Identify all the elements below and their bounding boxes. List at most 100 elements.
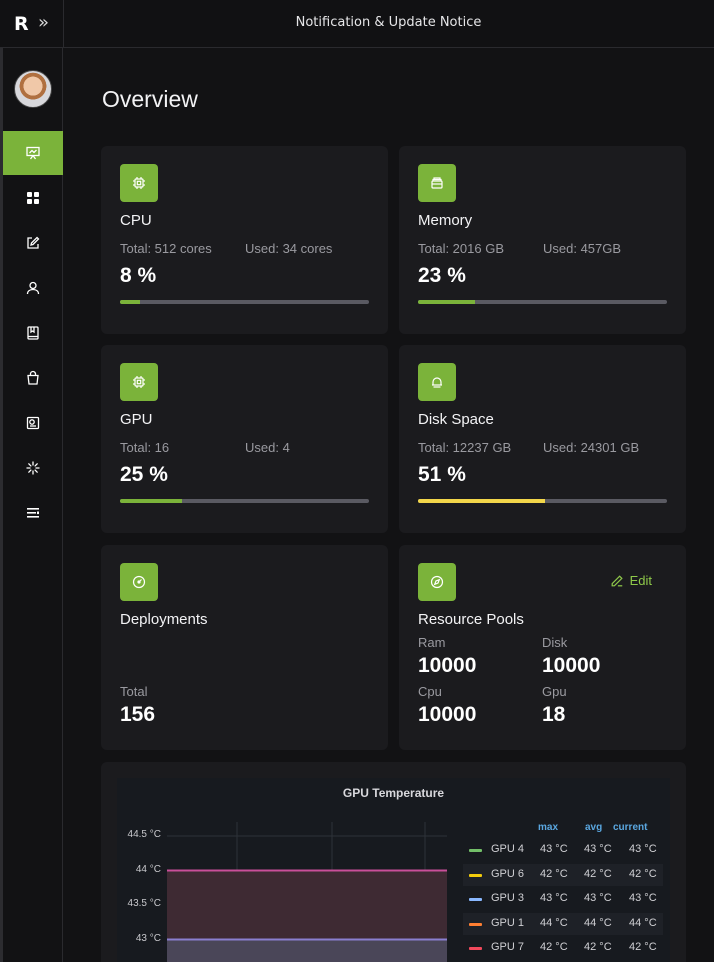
sidebar-item-list[interactable] [3, 491, 63, 535]
usage-progress-bar [120, 300, 369, 304]
card-title: Disk Space [418, 411, 494, 428]
total-stat: Total: 16 [120, 440, 170, 455]
sidebar-item-overview[interactable] [3, 131, 63, 175]
total-stat: Total: 512 cores [120, 241, 212, 256]
resource-pools-card: Edit Resource Pools Ram 10000 Disk 10000… [399, 545, 686, 750]
card-title: GPU [120, 411, 153, 428]
card-title: Resource Pools [418, 611, 524, 628]
gauge-icon [120, 563, 158, 601]
expand-sidebar-icon[interactable]: » [38, 12, 49, 33]
legend-avg-value: 44 °C [584, 916, 612, 929]
user-icon [26, 281, 40, 295]
card-title: CPU [120, 212, 152, 229]
deployments-card: Deployments Total 156 [101, 545, 388, 750]
y-tick-label: 43 °C [135, 932, 161, 944]
legend-series-name: GPU 7 [491, 941, 525, 953]
usage-progress-bar [418, 499, 667, 503]
disk-card: Disk Space Total: 12237 GB Used: 24301 G… [399, 345, 686, 533]
avatar[interactable] [14, 70, 52, 108]
legend-row[interactable]: GPU 7 42 °C 42 °C 42 °C [463, 937, 663, 959]
legend-series-name: GPU 6 [491, 867, 525, 880]
sidebar-item-dashboard[interactable] [3, 176, 63, 220]
compass-icon [418, 563, 456, 601]
y-tick-label: 44 °C [135, 863, 161, 875]
legend-header-current[interactable]: current [613, 822, 647, 833]
list-icon [27, 508, 39, 518]
disk-label: Disk [542, 635, 568, 650]
legend-max-value: 43 °C [540, 892, 568, 904]
ram-value: 10000 [418, 654, 477, 677]
app-logo[interactable]: R [14, 13, 29, 35]
cpu-label: Cpu [418, 684, 442, 699]
cpu-card: CPU Total: 512 cores Used: 34 cores 8 % [101, 146, 388, 334]
usage-progress-fill [418, 499, 545, 503]
legend-swatch [469, 922, 482, 926]
usage-progress-bar [418, 300, 667, 304]
chart-title: GPU Temperature [342, 786, 445, 800]
hard-drive-icon [26, 416, 40, 430]
used-stat: Used: 4 [245, 440, 290, 455]
book-icon [27, 326, 39, 340]
legend-swatch [469, 849, 482, 852]
sidebar-item-edit[interactable] [3, 221, 63, 265]
presentation-icon [26, 146, 40, 160]
legend-header-max[interactable]: max [538, 822, 558, 833]
total-stat: Total: 12237 GB [418, 440, 512, 455]
cpu-value: 10000 [418, 703, 477, 726]
legend-max-value: 42 °C [540, 941, 568, 953]
chip-icon [120, 164, 158, 202]
usage-progress-fill [418, 300, 476, 304]
legend-avg-value: 42 °C [584, 941, 612, 953]
series-area [167, 939, 447, 962]
used-stat: Used: 24301 GB [543, 440, 640, 455]
loader-icon [26, 461, 40, 475]
chart-panel: GPU Temperature 44.5 °C 44 °C 43.5 °C 43 °C… [117, 778, 670, 962]
usage-progress-bar [120, 499, 369, 503]
grid-icon [27, 192, 39, 204]
gpu-temperature-plot [167, 822, 447, 962]
page-header-title: Notification & Update Notice [295, 15, 482, 30]
bell-icon [418, 363, 456, 401]
sidebar-item-user[interactable] [3, 266, 63, 310]
legend-max-value: 43 °C [540, 843, 568, 855]
edit-label: Edit [629, 573, 652, 588]
legend-swatch [469, 898, 482, 901]
legend-max-value: 42 °C [540, 867, 568, 880]
used-stat: Used: 34 cores [245, 241, 333, 256]
y-tick-label: 44.5 °C [127, 829, 161, 840]
sidebar-item-loading[interactable] [3, 446, 63, 490]
sidebar-item-book[interactable] [3, 311, 63, 355]
legend-swatch [469, 873, 482, 877]
legend-row[interactable]: GPU 4 43 °C 43 °C 43 °C [463, 839, 663, 861]
legend-max-value: 44 °C [540, 916, 568, 929]
legend-avg-value: 42 °C [584, 867, 612, 880]
edit-button[interactable]: Edit [610, 573, 652, 588]
legend-series-name: GPU 1 [491, 916, 525, 929]
usage-percent: 8 % [120, 264, 157, 287]
legend-current-value: 43 °C [629, 843, 657, 855]
card-title: Deployments [120, 611, 208, 628]
used-stat: Used: 457GB [543, 241, 622, 256]
legend-header-avg[interactable]: avg [585, 822, 602, 833]
legend-row[interactable]: GPU 3 43 °C 43 °C 43 °C [463, 888, 663, 910]
total-value: 156 [120, 703, 156, 726]
gpu-label: Gpu [542, 684, 567, 699]
disk-value: 10000 [542, 654, 601, 677]
gpu-temperature-card: GPU Temperature 44.5 °C 44 °C 43.5 °C 43 °C… [101, 762, 686, 962]
legend-row[interactable]: GPU 1 44 °C 44 °C 44 °C [463, 912, 663, 935]
sidebar-item-storage[interactable] [3, 401, 63, 445]
memory-icon [418, 164, 456, 202]
total-label: Total [120, 684, 148, 699]
usage-progress-fill [120, 499, 183, 503]
usage-percent: 23 % [418, 264, 466, 287]
sidebar-item-shop[interactable] [3, 356, 63, 400]
legend-swatch [469, 947, 482, 950]
gpu-card: GPU Total: 16 Used: 4 25 % [101, 345, 388, 533]
legend-current-value: 44 °C [629, 916, 657, 929]
legend-row[interactable]: GPU 6 42 °C 42 °C 42 °C [463, 863, 663, 886]
legend-avg-value: 43 °C [584, 843, 612, 855]
legend-series-name: GPU 3 [491, 892, 525, 904]
memory-card: Memory Total: 2016 GB Used: 457GB 23 % [399, 146, 686, 334]
legend-series-name: GPU 4 [491, 843, 525, 855]
card-title: Memory [418, 212, 473, 229]
